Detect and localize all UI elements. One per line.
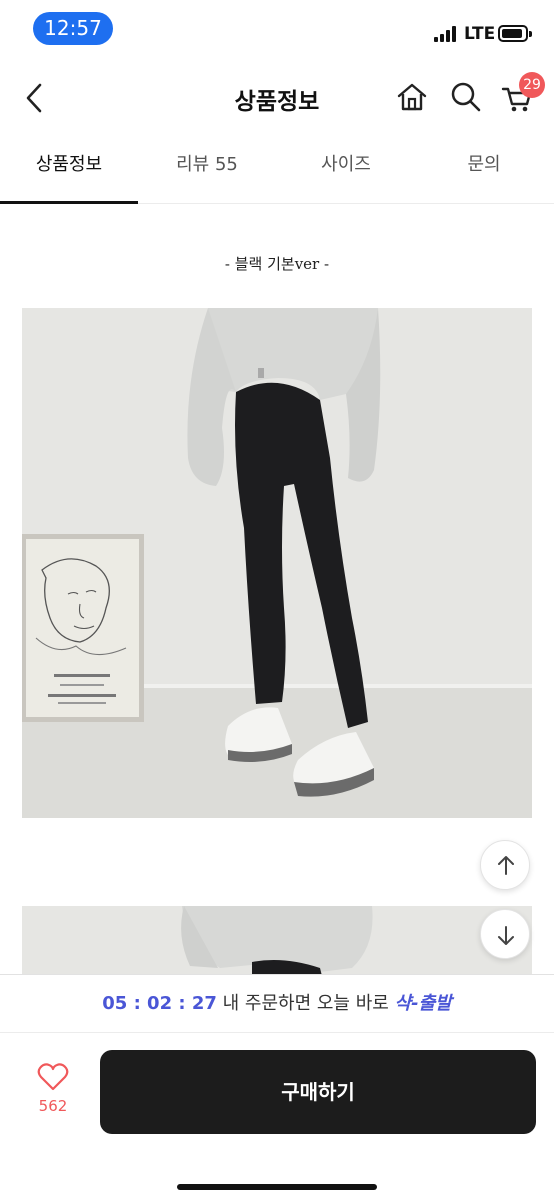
shipping-timer-text: 내 주문하면 오늘 바로 — [216, 993, 395, 1014]
tab-inquiry[interactable]: 문의 — [415, 134, 553, 204]
battery-icon — [498, 25, 532, 42]
active-tab-indicator — [0, 201, 138, 204]
tab-size[interactable]: 사이즈 — [277, 134, 415, 204]
purchase-bar: 05 : 02 : 27 내 주문하면 오늘 바로 샥-출발 562 구매하기 — [0, 974, 554, 1200]
variant-caption: - 블랙 기본ver - — [224, 255, 330, 273]
home-icon — [397, 83, 427, 111]
same-day-ship-label: 샥-출발 — [394, 993, 452, 1014]
network-label: LTE — [464, 24, 496, 44]
product-tabs: 상품정보 리뷰 55 사이즈 문의 — [0, 134, 554, 204]
like-count: 562 — [38, 1097, 68, 1115]
like-button[interactable]: 562 — [30, 1063, 76, 1115]
status-bar: 12:57 LTE — [0, 0, 554, 60]
shipping-timer: 05 : 02 : 27 내 주문하면 오늘 바로 샥-출발 — [0, 975, 554, 1033]
buy-button[interactable]: 구매하기 — [100, 1050, 536, 1134]
home-button[interactable] — [395, 80, 429, 114]
signal-icon — [434, 26, 456, 42]
product-photo — [22, 906, 532, 976]
arrow-down-icon — [498, 926, 514, 945]
status-time: 12:57 — [33, 12, 113, 45]
heart-outline-icon — [37, 1063, 69, 1091]
search-icon — [451, 82, 481, 112]
search-button[interactable] — [449, 80, 483, 114]
arrow-up-icon — [498, 856, 514, 875]
tab-product-info[interactable]: 상품정보 — [0, 134, 138, 204]
product-photo — [22, 308, 532, 818]
scroll-to-top-button[interactable] — [480, 840, 530, 890]
app-header: 상품정보 — [0, 62, 554, 134]
home-indicator — [177, 1184, 377, 1190]
tab-reviews[interactable]: 리뷰 55 — [138, 134, 276, 204]
cart-count-badge: 29 — [519, 72, 545, 98]
countdown-time: 05 : 02 : 27 — [102, 993, 217, 1014]
scroll-to-bottom-button[interactable] — [480, 909, 530, 959]
